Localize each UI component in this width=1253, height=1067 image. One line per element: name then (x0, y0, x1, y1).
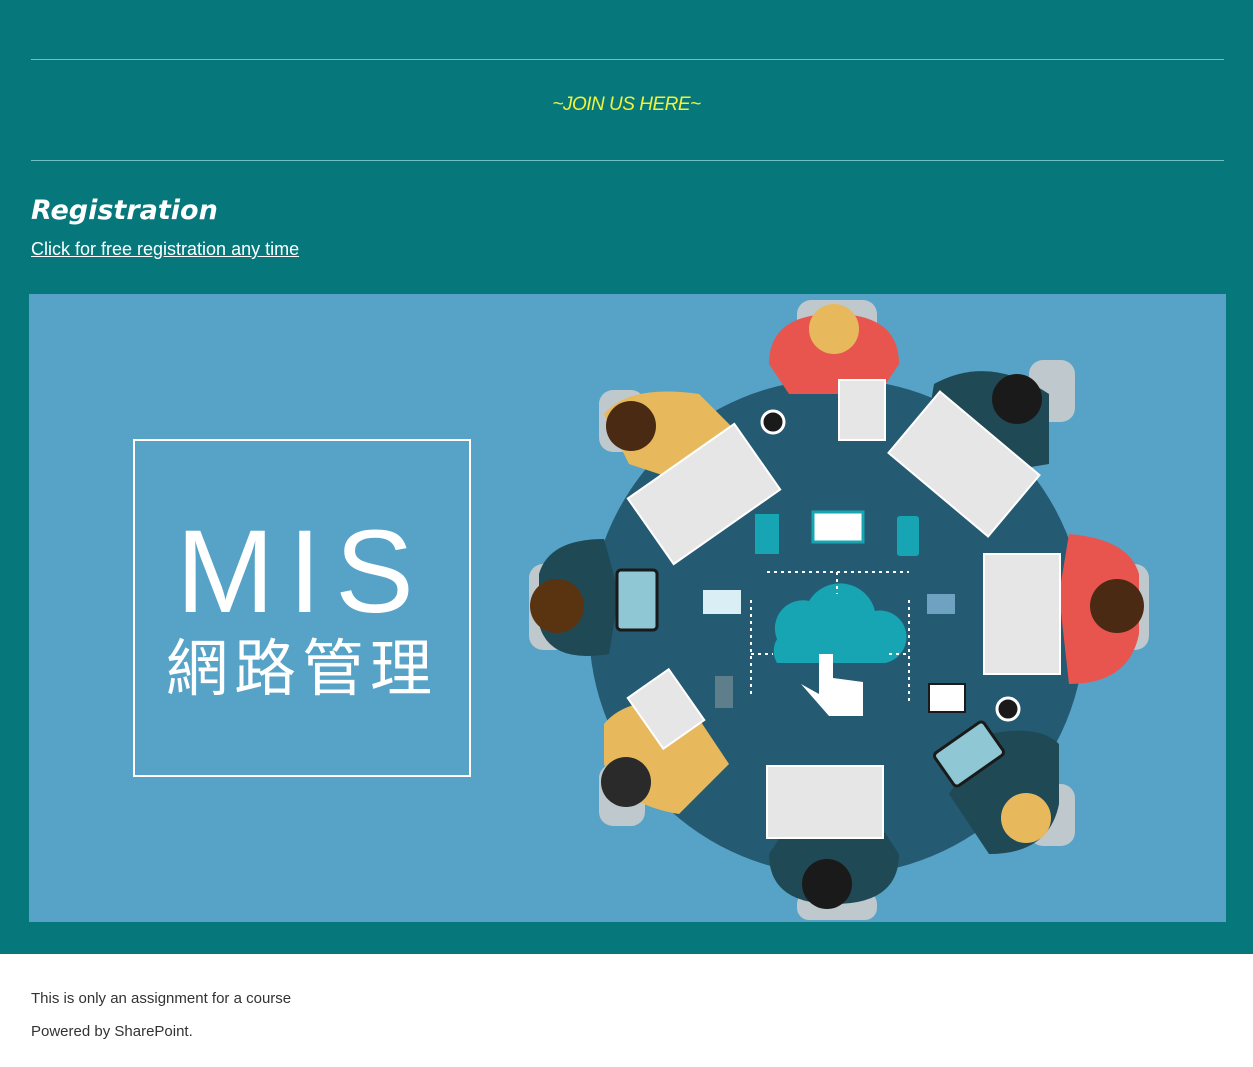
banner-title: MIS (176, 506, 428, 638)
registration-heading: Registration (31, 195, 218, 226)
mis-banner-image: MIS 網路管理 (29, 294, 1226, 922)
footer-note: This is only an assignment for a course (31, 990, 292, 1007)
divider-top (31, 59, 1224, 60)
meeting-illustration: MIS 網路管理 (133, 300, 1149, 920)
registration-link[interactable]: Click for free registration any time (31, 239, 299, 260)
join-us-text: ~JOIN US HERE~ (552, 94, 701, 115)
content-section: ~JOIN US HERE~ Registration Click for fr… (0, 0, 1253, 954)
divider-bottom (31, 160, 1224, 161)
banner-subtitle: 網路管理 (166, 632, 438, 705)
footer-powered-by: Powered by SharePoint. (31, 1023, 193, 1040)
